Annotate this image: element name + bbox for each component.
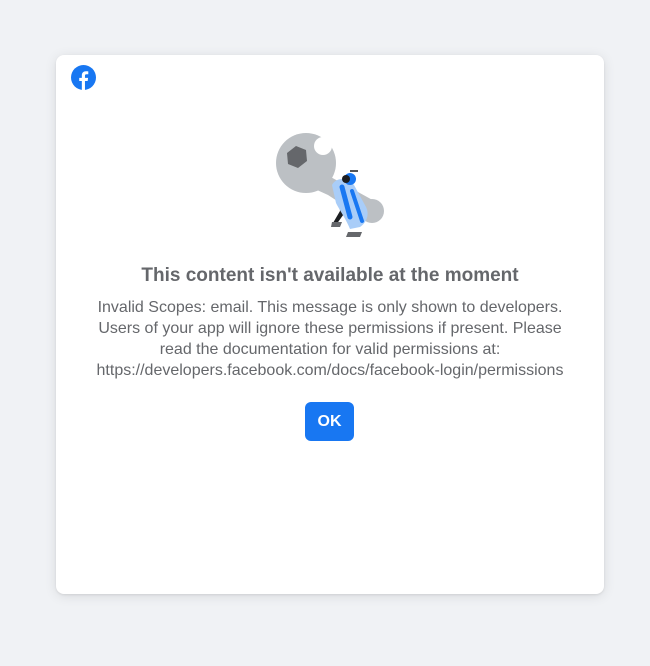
facebook-logo-icon: [71, 65, 96, 90]
ok-button[interactable]: OK: [305, 402, 354, 441]
error-dialog: This content isn't available at the mome…: [56, 55, 604, 594]
dialog-message: Invalid Scopes: email. This message is o…: [56, 297, 604, 381]
message-line: Users of your app will ignore these perm…: [98, 320, 562, 337]
dialog-title: This content isn't available at the mome…: [141, 265, 519, 286]
message-line: read the documentation for valid permiss…: [159, 341, 501, 358]
wrench-repair-illustration-icon: [276, 133, 384, 237]
message-line: https://developers.facebook.com/docs/fac…: [96, 362, 564, 379]
message-line: Invalid Scopes: email. This message is o…: [97, 299, 563, 316]
